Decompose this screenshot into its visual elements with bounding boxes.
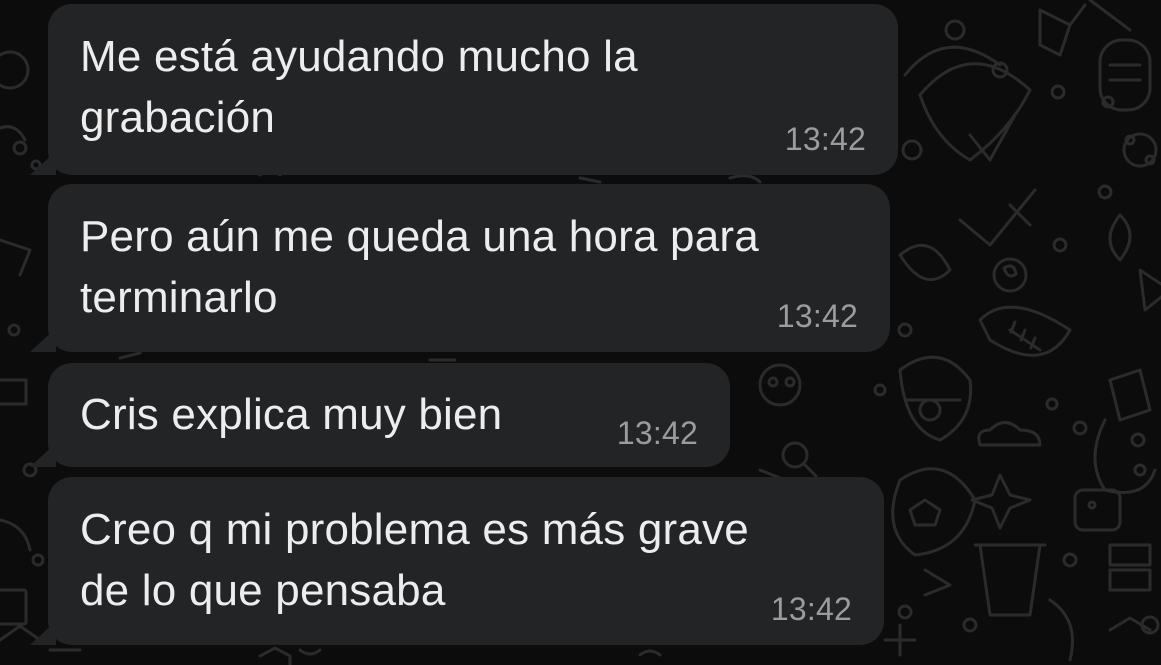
message-time-3: 13:42	[616, 415, 698, 451]
chat-view: Me está ayudando mucho la grabación 13:4…	[0, 0, 1161, 665]
message-bubble-4[interactable]: Creo q mi problema es más grave de lo qu…	[30, 477, 884, 645]
message-bubble-3[interactable]: Cris explica muy bien 13:42	[30, 363, 730, 467]
message-time-4: 13:42	[770, 591, 852, 627]
message-text-4: Creo q mi problema es más grave de lo qu…	[80, 505, 749, 615]
message-time-1: 13:42	[784, 121, 866, 157]
message-text-2: Pero aún me queda una hora para terminar…	[80, 212, 759, 322]
message-text-1: Me está ayudando mucho la grabación	[80, 32, 638, 142]
message-bubble-1[interactable]: Me está ayudando mucho la grabación 13:4…	[30, 4, 898, 175]
message-text-3: Cris explica muy bien	[80, 390, 503, 439]
message-time-2: 13:42	[776, 298, 858, 334]
message-bubble-2[interactable]: Pero aún me queda una hora para terminar…	[30, 184, 890, 352]
